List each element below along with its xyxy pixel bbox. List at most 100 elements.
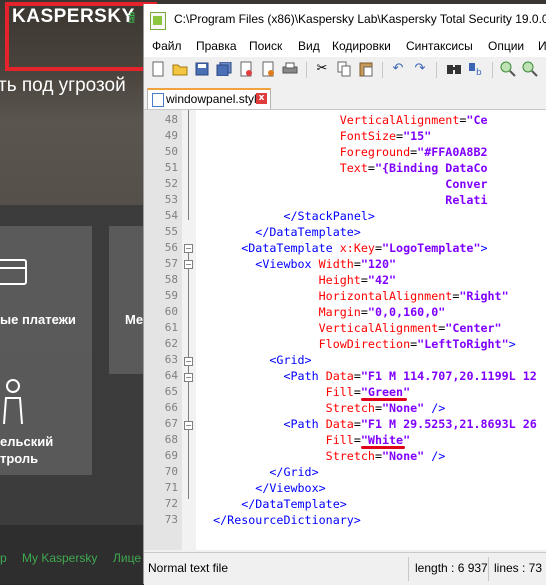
tab-windowpanel-style[interactable]: windowpanel.style x [147,88,271,109]
line-number: 68 [164,433,178,446]
code-line[interactable]: Margin="0,0,160,0" [199,305,446,319]
find-icon[interactable] [446,61,462,77]
print-icon[interactable] [282,61,298,77]
parental-control-tile[interactable]: ельский троль [0,350,92,475]
code-line[interactable]: </ResourceDictionary> [199,513,361,527]
code-token: HorizontalAlignment [318,289,453,303]
menu-bar: Файл Правка Поиск Вид Кодировки Синтакси… [144,36,546,57]
title-bar[interactable]: C:\Program Files (x86)\Kaspersky Lab\Kas… [144,4,546,36]
status-separator [488,557,489,581]
save-all-icon[interactable] [216,61,232,77]
code-token: Fill [325,433,354,447]
menu-more[interactable]: И [538,39,546,53]
code-token: "0,0,160,0" [367,305,446,319]
code-line[interactable]: <Viewbox Width="120" [199,257,396,271]
code-token: "#FFA0A8B2 [417,145,488,159]
new-file-icon[interactable] [150,61,166,77]
code-token: </Viewbox> [255,481,326,495]
menu-edit[interactable]: Правка [196,39,237,53]
code-token: > [508,337,516,351]
zoom-out-icon[interactable] [522,61,538,77]
line-number: 56 [164,241,178,254]
code-line[interactable]: </Viewbox> [199,481,326,495]
toolbar-separator [436,62,437,78]
code-line[interactable]: FlowDirection="LeftToRight"> [199,337,516,351]
line-number: 72 [164,497,178,510]
cut-icon[interactable]: ✂ [314,61,330,77]
menu-view[interactable]: Вид [298,39,320,53]
code-token: "White" [360,433,411,447]
open-file-icon[interactable] [172,61,188,77]
code-line[interactable]: Foreground="#FFA0A8B2 [199,145,488,159]
code-line[interactable]: </Grid> [199,465,318,479]
code-token: Height [318,273,361,287]
code-token: "F1 M 29.5253,21.8693L 26 [360,417,537,431]
menu-options[interactable]: Опции [488,39,524,53]
paste-icon[interactable] [358,61,374,77]
menu-search[interactable]: Поиск [249,39,282,53]
fold-toggle-icon[interactable]: − [184,244,193,253]
code-line[interactable]: HorizontalAlignment="Right" [199,289,509,303]
code-line[interactable]: Conver [199,177,487,191]
length-status: length : 6 937 [415,561,488,575]
line-number: 63 [164,353,178,366]
footer-link-license[interactable]: Лице [113,551,141,565]
status-separator [408,557,409,581]
line-number: 70 [164,465,178,478]
line-number: 66 [164,401,178,414]
protection-status-text: ть под угрозой [0,75,126,96]
line-number: 60 [164,305,178,318]
svg-text:b: b [476,68,482,76]
code-editor[interactable]: VerticalAlignment="Ce FontSize="15" Fore… [144,110,546,550]
menu-encoding[interactable]: Кодировки [332,39,391,53]
code-line[interactable]: Stretch="None" /> [199,449,446,463]
code-line[interactable]: Relati [199,193,488,207]
line-number: 58 [164,273,178,286]
close-all-icon[interactable] [260,61,276,77]
code-token: x:Key [339,241,375,255]
code-line[interactable]: Text="{Binding DataCo [199,161,488,175]
close-file-icon[interactable] [238,61,254,77]
replace-icon[interactable]: b [468,61,484,77]
fold-toggle-icon[interactable]: − [184,357,193,366]
code-line[interactable]: Height="42" [199,273,396,287]
fold-toggle-icon[interactable]: − [184,373,193,382]
code-token: VerticalAlignment [318,321,439,335]
footer-link-my-kaspersky[interactable]: My Kaspersky [22,551,97,565]
fold-toggle-icon[interactable]: − [184,260,193,269]
code-line[interactable]: </DataTemplate> [199,225,361,239]
tab-close-icon[interactable]: x [256,93,267,104]
line-number: 52 [164,177,178,190]
code-line[interactable]: <Path Data="F1 M 114.707,20.1199L 12 [199,369,536,383]
footer-link-1[interactable]: р [0,551,7,565]
code-line[interactable]: </StackPanel> [199,209,374,223]
undo-icon[interactable]: ↶ [390,61,406,77]
code-token: = [353,385,361,399]
code-token: Relati [445,193,488,207]
code-line[interactable]: <Path Data="F1 M 29.5253,21.8693L 26 [199,417,537,431]
redo-icon[interactable]: ↷ [412,61,428,77]
code-line[interactable]: VerticalAlignment="Center" [199,321,502,335]
code-token: Stretch [325,449,375,463]
zoom-in-icon[interactable] [500,61,516,77]
notepad-app-icon [150,12,166,30]
code-token: </DataTemplate> [255,225,361,239]
code-token: "Center" [445,321,502,335]
code-line[interactable]: Fill="White" [199,433,410,447]
save-icon[interactable] [194,61,210,77]
code-line[interactable]: <DataTemplate x:Key="LogoTemplate"> [199,241,487,255]
code-line[interactable]: FontSize="15" [199,129,432,143]
fold-toggle-icon[interactable]: − [184,421,193,430]
code-line[interactable]: Fill="Green" [199,385,410,399]
copy-icon[interactable] [336,61,352,77]
menu-syntax[interactable]: Синтаксисы [406,39,473,53]
code-line[interactable]: </DataTemplate> [199,497,347,511]
parental-icon [3,379,23,425]
code-line[interactable]: Stretch="None" /> [199,401,446,415]
menu-file[interactable]: Файл [152,39,182,53]
code-line[interactable]: <Grid> [199,353,311,367]
code-line[interactable]: VerticalAlignment="Ce [199,113,488,127]
